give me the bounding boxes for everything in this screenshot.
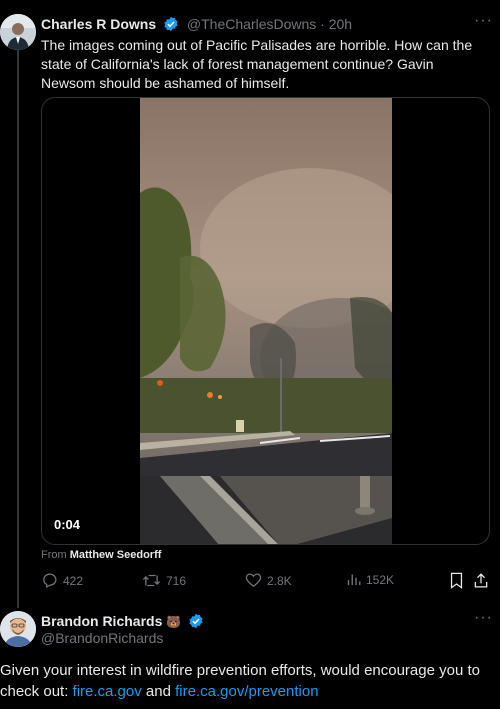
reply-icon <box>43 573 57 588</box>
video-player[interactable]: 0:04 <box>41 97 490 545</box>
share-icon <box>474 573 488 588</box>
author-handle-time[interactable]: @TheCharlesDowns · 20h <box>187 16 352 32</box>
bookmark-button[interactable] <box>449 572 469 589</box>
retweet-count: 716 <box>166 573 187 588</box>
like-button[interactable]: 2.8K <box>245 572 292 589</box>
reply-button[interactable]: 422 <box>41 572 83 589</box>
tweet-actions: 422 716 2.8K 152K <box>41 572 493 594</box>
link-fire-ca-gov-prevention[interactable]: fire.ca.gov/prevention <box>175 683 318 700</box>
link-fire-ca-gov[interactable]: fire.ca.gov <box>73 683 142 700</box>
thread-connector-line <box>17 48 19 608</box>
author-name[interactable]: Brandon Richards <box>41 613 162 629</box>
bookmark-icon <box>450 572 463 589</box>
retweet-icon <box>142 574 161 587</box>
video-attribution: From Matthew Seedorff <box>41 549 161 561</box>
attribution-prefix: From <box>41 549 67 561</box>
heart-icon <box>245 573 262 587</box>
attribution-author[interactable]: Matthew Seedorff <box>70 549 162 561</box>
more-icon[interactable]: ··· <box>474 12 493 30</box>
more-icon[interactable]: ··· <box>474 609 493 627</box>
video-frame <box>140 98 392 544</box>
views-icon <box>347 574 361 586</box>
bear-emoji: 🐻 <box>166 615 182 629</box>
author-name[interactable]: Charles R Downs <box>41 16 156 32</box>
retweet-button[interactable]: 716 <box>142 572 186 589</box>
avatar[interactable] <box>0 611 36 647</box>
views-button[interactable]: 152K <box>346 572 394 587</box>
avatar[interactable] <box>0 14 36 50</box>
tweet-text: Given your interest in wildfire preventi… <box>0 660 500 702</box>
tweet-text: The images coming out of Pacific Palisad… <box>41 37 473 91</box>
video-duration: 0:04 <box>54 517 81 532</box>
like-count: 2.8K <box>267 573 292 588</box>
verified-badge-icon <box>163 16 179 36</box>
tweet-text-part: and <box>141 683 176 700</box>
reply-count: 422 <box>63 573 84 588</box>
verified-badge-icon <box>188 613 204 633</box>
share-button[interactable] <box>473 572 494 589</box>
tweet-header: Charles R Downs @TheCharlesDowns · 20h <box>41 15 352 36</box>
views-count: 152K <box>366 572 395 587</box>
author-handle[interactable]: @BrandonRichards <box>41 630 163 646</box>
